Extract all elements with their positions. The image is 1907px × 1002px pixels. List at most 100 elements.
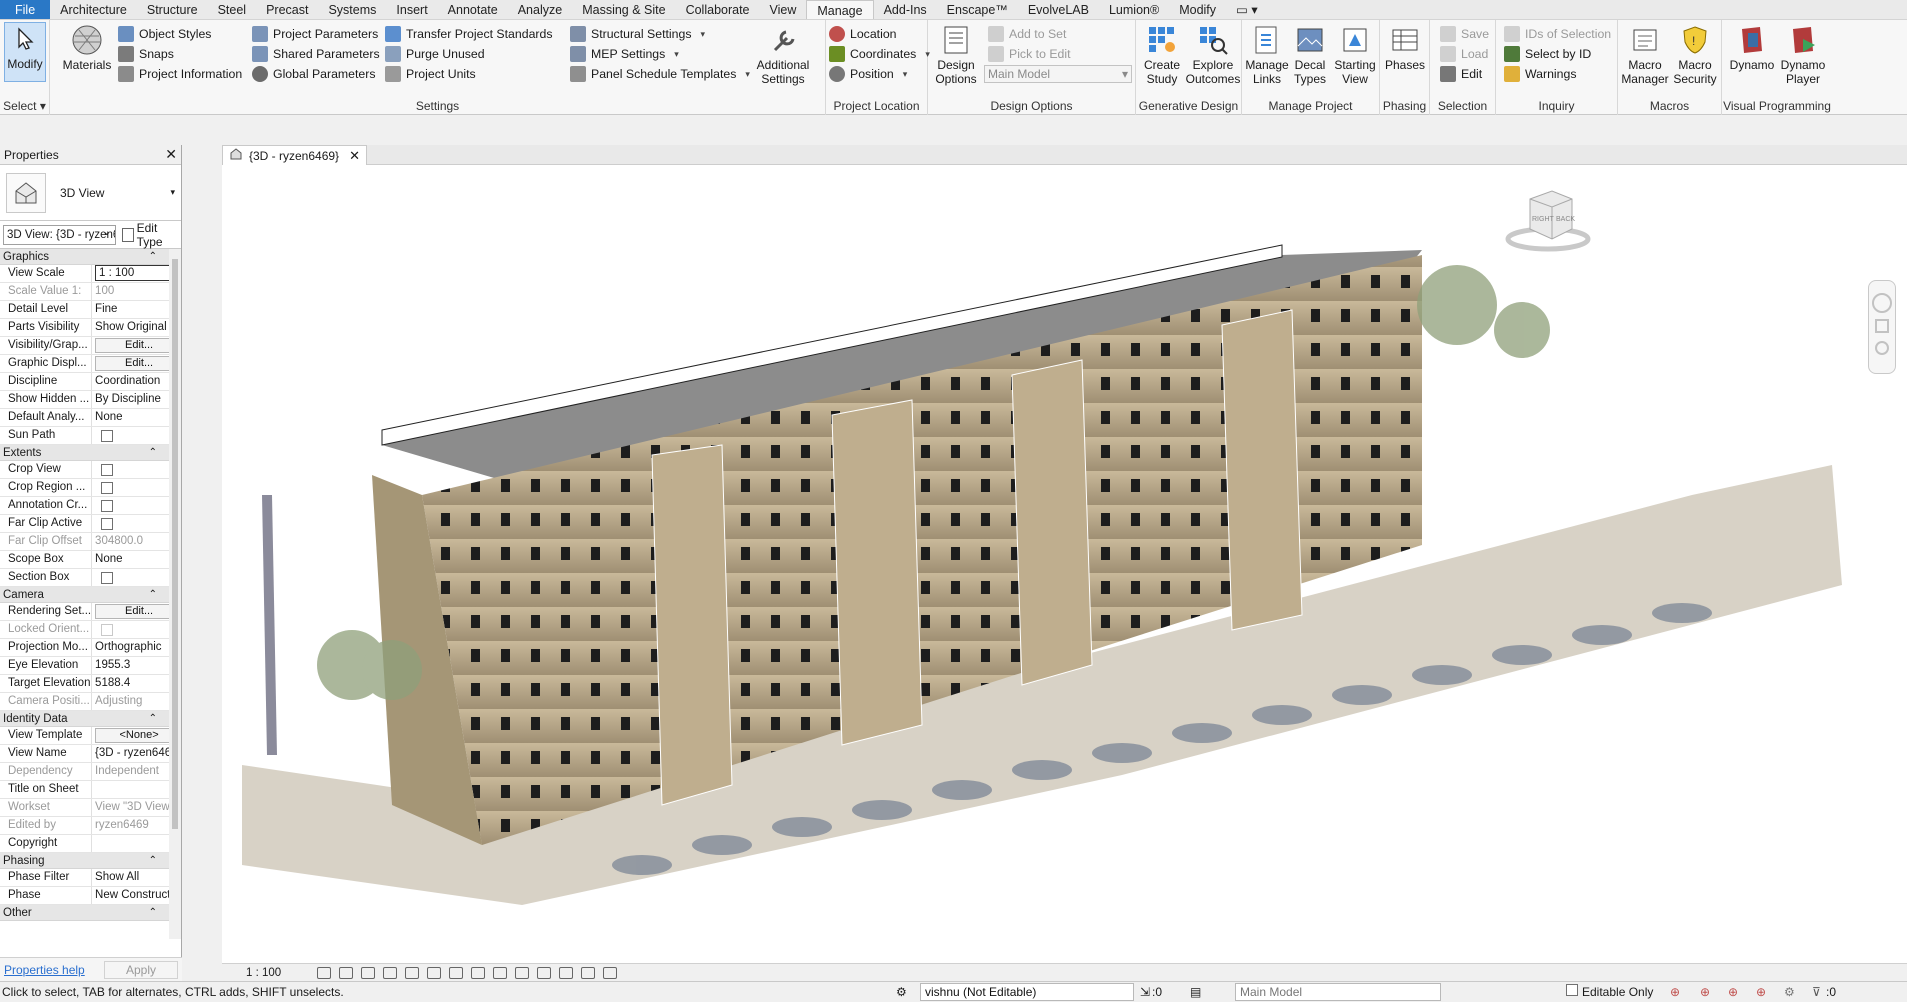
property-value[interactable]: Show All bbox=[92, 869, 181, 886]
close-icon[interactable]: ✕ bbox=[349, 148, 360, 164]
reveal-hidden-icon[interactable] bbox=[515, 966, 530, 979]
tab-modify[interactable]: Modify bbox=[1169, 0, 1226, 19]
property-value[interactable]: Orthographic bbox=[92, 639, 181, 656]
property-value[interactable] bbox=[92, 569, 181, 586]
project-units-button[interactable]: Project Units bbox=[385, 64, 476, 84]
macro-security-button[interactable]: ! Macro Security bbox=[1670, 24, 1720, 86]
collapse-icon[interactable]: ⌃ bbox=[149, 445, 157, 461]
view-scale-input[interactable]: 1 : 100 bbox=[95, 265, 172, 281]
tab-annotate[interactable]: Annotate bbox=[438, 0, 508, 19]
tab-manage[interactable]: Manage bbox=[806, 0, 874, 19]
filter-icon[interactable]: ⊽ bbox=[1812, 984, 1821, 1000]
explore-outcomes-button[interactable]: Explore Outcomes bbox=[1186, 24, 1240, 86]
property-value[interactable]: {3D - ryzen6469} bbox=[92, 745, 181, 762]
active-design-option-select[interactable]: Main Model bbox=[1235, 983, 1441, 1001]
position-button[interactable]: Position bbox=[829, 64, 907, 84]
show-crop-icon[interactable] bbox=[449, 966, 464, 979]
crop-view-icon[interactable] bbox=[427, 966, 442, 979]
select-panel-title[interactable]: Select ▾ bbox=[0, 99, 49, 113]
modify-button[interactable]: Modify bbox=[4, 22, 46, 82]
worksharing-icon[interactable] bbox=[537, 966, 552, 979]
property-value[interactable] bbox=[92, 461, 181, 478]
property-value[interactable]: Edit... bbox=[92, 337, 181, 354]
property-value[interactable] bbox=[92, 427, 181, 444]
analytical-model-icon[interactable] bbox=[559, 966, 574, 979]
section-other[interactable]: Other ⌃ bbox=[0, 905, 181, 921]
temp-hide-icon[interactable] bbox=[493, 966, 508, 979]
design-option-select[interactable]: Main Model ▾ bbox=[984, 65, 1132, 83]
section-extents[interactable]: Extents ⌃ bbox=[0, 445, 181, 461]
property-value[interactable]: <None> bbox=[92, 727, 181, 744]
property-value[interactable]: None bbox=[92, 409, 181, 426]
save-selection-button[interactable]: Save bbox=[1440, 24, 1489, 44]
tab-structure[interactable]: Structure bbox=[137, 0, 208, 19]
tab-precast[interactable]: Precast bbox=[256, 0, 318, 19]
select-by-face-icon[interactable]: ⊕ bbox=[1756, 984, 1766, 1000]
select-pinned-icon[interactable]: ⊕ bbox=[1728, 984, 1738, 1000]
additional-settings-button[interactable]: Additional Settings bbox=[750, 24, 816, 86]
decal-types-button[interactable]: Decal Types bbox=[1290, 24, 1330, 86]
property-value[interactable]: 1 : 100 bbox=[92, 265, 181, 282]
shadows-icon[interactable] bbox=[383, 966, 398, 979]
edit-type-button[interactable]: Edit Type bbox=[121, 221, 178, 249]
property-checkbox[interactable] bbox=[101, 518, 114, 530]
highlight-displacement-icon[interactable] bbox=[581, 966, 596, 979]
properties-help-link[interactable]: Properties help bbox=[4, 963, 85, 977]
design-options-button[interactable]: Design Options bbox=[934, 24, 978, 86]
property-value[interactable] bbox=[92, 515, 181, 532]
property-value[interactable]: Edit... bbox=[92, 603, 181, 620]
apply-button[interactable]: Apply bbox=[104, 960, 178, 979]
property-value[interactable] bbox=[92, 621, 181, 638]
collapse-icon[interactable]: ⌃ bbox=[149, 249, 157, 265]
tab-insert[interactable]: Insert bbox=[386, 0, 437, 19]
constraints-icon[interactable] bbox=[603, 966, 618, 979]
tab-collaborate[interactable]: Collaborate bbox=[676, 0, 760, 19]
property-checkbox[interactable] bbox=[101, 572, 114, 584]
structural-settings-button[interactable]: Structural Settings bbox=[570, 24, 705, 44]
tab-add-ins[interactable]: Add-Ins bbox=[874, 0, 937, 19]
property-value[interactable]: Fine bbox=[92, 301, 181, 318]
load-selection-button[interactable]: Load bbox=[1440, 44, 1488, 64]
project-parameters-button[interactable]: Project Parameters bbox=[252, 24, 378, 44]
properties-scrollbar[interactable] bbox=[169, 249, 181, 939]
section-camera[interactable]: Camera ⌃ bbox=[0, 587, 181, 603]
property-value[interactable]: 5188.4 bbox=[92, 675, 181, 692]
global-parameters-button[interactable]: Global Parameters bbox=[252, 64, 376, 84]
scrollbar-thumb[interactable] bbox=[172, 259, 178, 829]
visual-style-icon[interactable] bbox=[339, 966, 354, 979]
purge-unused-button[interactable]: Purge Unused bbox=[385, 44, 485, 64]
property-value[interactable] bbox=[92, 497, 181, 514]
zoom-icon[interactable] bbox=[1875, 319, 1889, 333]
tab-steel[interactable]: Steel bbox=[208, 0, 257, 19]
snaps-button[interactable]: Snaps bbox=[118, 44, 174, 64]
project-information-button[interactable]: Project Information bbox=[118, 64, 242, 84]
property-checkbox[interactable] bbox=[101, 464, 114, 476]
view-tab-3d[interactable]: {3D - ryzen6469} ✕ bbox=[222, 145, 367, 165]
active-workset-select[interactable]: vishnu (Not Editable) bbox=[920, 983, 1134, 1001]
shared-parameters-button[interactable]: Shared Parameters bbox=[252, 44, 380, 64]
location-button[interactable]: Location bbox=[829, 24, 897, 44]
property-value[interactable] bbox=[92, 781, 181, 798]
tab-file[interactable]: File bbox=[0, 0, 51, 19]
section-graphics[interactable]: Graphics ⌃ bbox=[0, 249, 181, 265]
editable-only-checkbox[interactable] bbox=[1566, 984, 1578, 996]
mep-settings-button[interactable]: MEP Settings bbox=[570, 44, 679, 64]
coordinates-button[interactable]: Coordinates bbox=[829, 44, 930, 64]
transfer-standards-button[interactable]: Transfer Project Standards bbox=[385, 24, 553, 44]
collapse-icon[interactable]: ⌃ bbox=[149, 587, 157, 603]
tab-evolvelab[interactable]: EvolveLAB bbox=[1018, 0, 1099, 19]
collapse-icon[interactable]: ⌃ bbox=[149, 853, 157, 869]
manage-links-button[interactable]: Manage Links bbox=[1245, 24, 1289, 86]
orbit-icon[interactable] bbox=[1875, 341, 1889, 355]
property-value[interactable]: By Discipline bbox=[92, 391, 181, 408]
ids-of-selection-button[interactable]: IDs of Selection bbox=[1504, 24, 1611, 44]
sun-path-icon[interactable] bbox=[361, 966, 376, 979]
select-by-id-button[interactable]: Select by ID bbox=[1504, 44, 1591, 64]
property-checkbox[interactable] bbox=[101, 430, 114, 442]
view-instance-select[interactable]: 3D View: {3D - ryzen6469} bbox=[3, 224, 116, 245]
property-value[interactable]: Show Original bbox=[92, 319, 181, 336]
section-identity-data[interactable]: Identity Data ⌃ bbox=[0, 711, 181, 727]
drag-elements-icon[interactable]: ⚙ bbox=[1784, 984, 1795, 1000]
property-value[interactable]: None bbox=[92, 551, 181, 568]
tab-analyze[interactable]: Analyze bbox=[508, 0, 572, 19]
